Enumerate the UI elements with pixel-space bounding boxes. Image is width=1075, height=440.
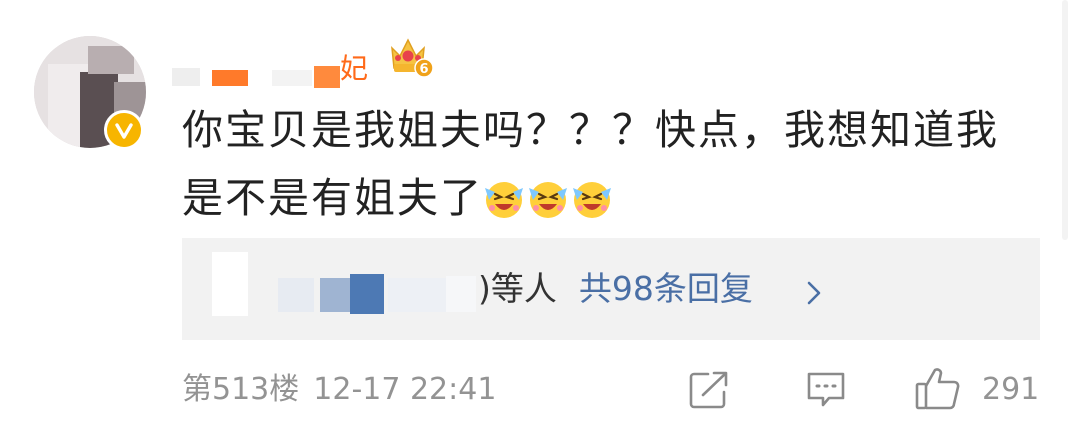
replies-preview[interactable]: )等人 共98条回复	[182, 238, 1040, 340]
laugh-cry-emoji	[483, 172, 525, 218]
scrollbar[interactable]	[1062, 0, 1068, 240]
username-mosaic	[314, 66, 340, 88]
share-icon[interactable]	[688, 370, 730, 410]
username-mosaic	[212, 70, 248, 86]
comment-card: 妃 6 你宝贝是我姐夫吗？？？快点，我想知道我 是不是有姐夫了)等人 共98条…	[0, 0, 1075, 440]
reply-username-mosaic	[446, 276, 476, 312]
replies-summary: )等人 共98条回复	[478, 266, 753, 312]
reply-count-link[interactable]: 共98条回复	[579, 269, 753, 308]
comment-text-line1: 你宝贝是我姐夫吗？？？快点，我想知道我	[182, 106, 999, 154]
comment-body: 你宝贝是我姐夫吗？？？快点，我想知道我 是不是有姐夫了	[182, 96, 1052, 232]
floor-number: 第513楼	[182, 372, 300, 407]
reply-username-mosaic	[350, 274, 384, 314]
replies-suffix: )等人	[478, 269, 557, 308]
username-mosaic	[172, 68, 200, 86]
chevron-right-icon	[807, 281, 821, 305]
like-icon[interactable]	[914, 366, 962, 412]
username[interactable]: 妃	[172, 46, 382, 88]
verified-badge-icon	[104, 110, 144, 150]
level-number: 6	[419, 62, 428, 77]
laugh-cry-emoji	[571, 172, 613, 218]
reply-username-mosaic	[212, 252, 248, 316]
timestamp: 12-17 22:41	[313, 372, 497, 407]
comment-text-line2-text: 是不是有姐夫了	[182, 174, 483, 222]
crown-level-icon[interactable]: 6	[388, 34, 434, 82]
comment-icon[interactable]	[805, 370, 847, 410]
username-mosaic	[272, 70, 312, 86]
reply-username-mosaic	[278, 278, 314, 312]
username-suffix: 妃	[340, 52, 369, 85]
reply-username-mosaic	[388, 278, 448, 312]
comment-text-line2: 是不是有姐夫了	[182, 164, 1052, 232]
comment-meta: 第513楼 12-17 22:41	[182, 368, 496, 412]
avatar-pixel	[88, 46, 134, 74]
laugh-cry-emoji	[527, 172, 569, 218]
like-count: 291	[982, 372, 1040, 407]
